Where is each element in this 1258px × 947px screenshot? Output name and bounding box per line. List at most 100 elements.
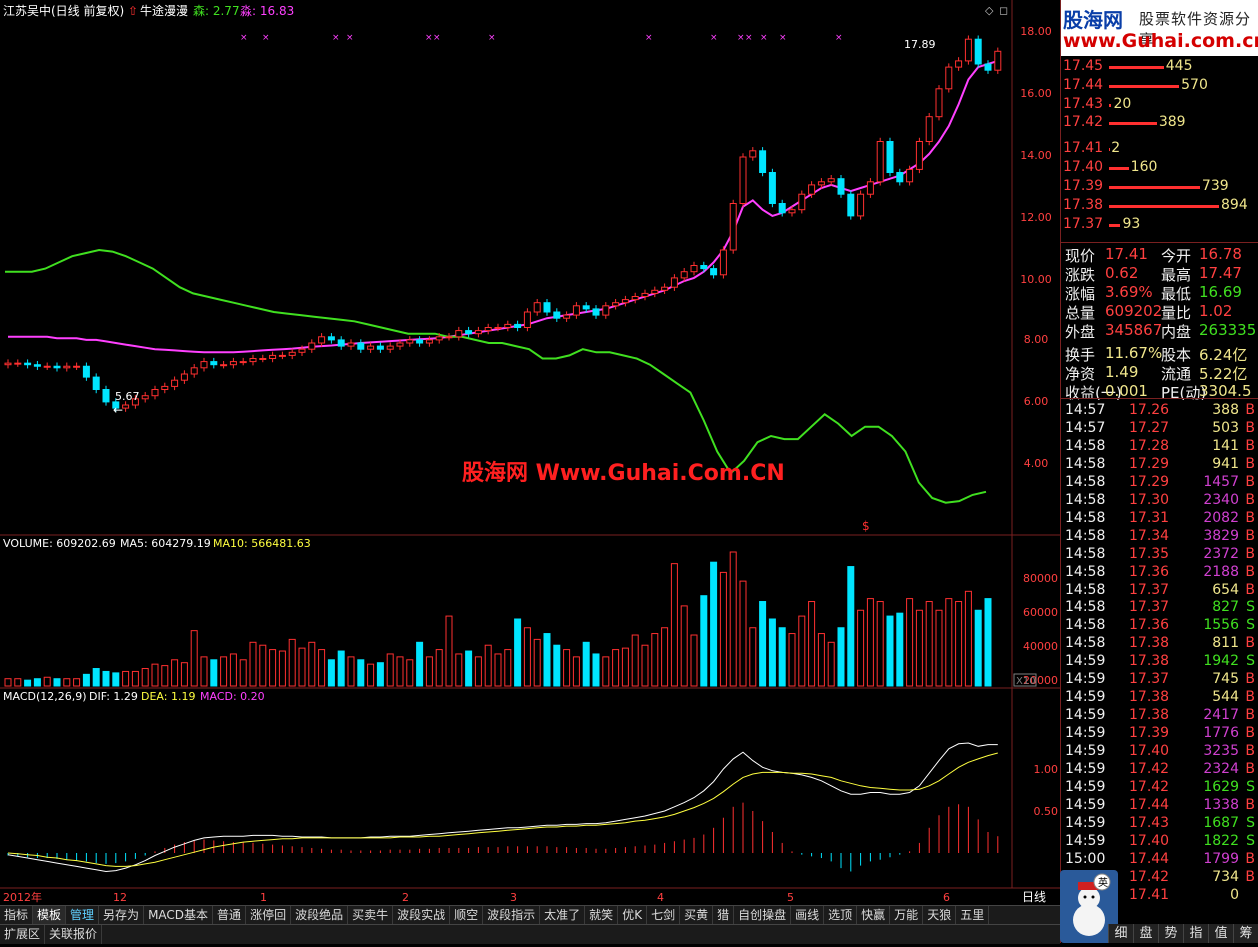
expand-icon[interactable]: ◇ bbox=[985, 4, 994, 17]
volume-bar bbox=[789, 634, 795, 686]
toolbar-button[interactable]: 关联报价 bbox=[45, 925, 102, 944]
order-book-row[interactable]: 17.44570 bbox=[1061, 77, 1258, 95]
tick-row[interactable]: 14:5917.37745B bbox=[1061, 671, 1258, 689]
tick-price: 17.27 bbox=[1129, 420, 1169, 436]
sidebar-tab[interactable]: 筹 bbox=[1233, 924, 1258, 943]
tick-row[interactable]: 14:5817.37654B bbox=[1061, 582, 1258, 600]
tick-row[interactable]: 14:5917.421629S bbox=[1061, 779, 1258, 797]
tick-row[interactable]: 14:5917.391776B bbox=[1061, 725, 1258, 743]
toolbar-button[interactable]: 天狼 bbox=[923, 906, 956, 925]
tick-row[interactable]: 14:5817.28141B bbox=[1061, 438, 1258, 456]
tick-row[interactable]: 14:5917.381942S bbox=[1061, 653, 1258, 671]
time-tick: 5 bbox=[787, 891, 794, 904]
toolbar-button[interactable]: 选顶 bbox=[824, 906, 857, 925]
order-book-row[interactable]: 17.412 bbox=[1061, 140, 1258, 158]
sidebar-tab[interactable]: 盘 bbox=[1133, 924, 1158, 943]
candle-body bbox=[123, 405, 129, 408]
tick-row[interactable]: 14:5817.343829B bbox=[1061, 528, 1258, 546]
volume-bar bbox=[907, 599, 913, 686]
volume-ma5-label: MA5: 604279.19 bbox=[120, 537, 211, 550]
volume-bar bbox=[858, 610, 864, 686]
tick-row[interactable]: 14:5917.422324B bbox=[1061, 761, 1258, 779]
volume-bar bbox=[44, 677, 50, 686]
order-book-row[interactable]: 17.42389 bbox=[1061, 114, 1258, 132]
quote-label: 总量 bbox=[1065, 302, 1095, 323]
chart-canvas[interactable]: 江苏吴中(日线 前复权) ⇧ 牛途漫漫 森: 2.77 淼: 16.83 ◇ ◻… bbox=[0, 0, 1060, 905]
sidebar-tab[interactable]: 指 bbox=[1183, 924, 1208, 943]
tick-side: S bbox=[1246, 653, 1255, 669]
tick-row[interactable]: 14:5817.302340B bbox=[1061, 492, 1258, 510]
toolbar-button[interactable]: 快赢 bbox=[857, 906, 890, 925]
tick-row[interactable]: 14:5817.38811B bbox=[1061, 635, 1258, 653]
order-volume-bar bbox=[1109, 66, 1164, 69]
sidebar-tab[interactable]: 细 bbox=[1108, 924, 1133, 943]
toolbar-button[interactable]: 波段实战 bbox=[393, 906, 450, 925]
candle-body bbox=[358, 343, 364, 349]
tick-row[interactable]: 15:0017.441799B bbox=[1061, 851, 1258, 869]
order-book-row[interactable]: 17.39739 bbox=[1061, 178, 1258, 196]
volume-bar bbox=[583, 642, 589, 686]
toolbar-button[interactable]: 买卖牛 bbox=[348, 906, 393, 925]
toolbar-button[interactable]: 模板 bbox=[33, 906, 66, 925]
tick-row[interactable]: 14:5817.37827S bbox=[1061, 599, 1258, 617]
order-book-row[interactable]: 17.3793 bbox=[1061, 216, 1258, 234]
volume-bar bbox=[936, 610, 942, 686]
tick-row[interactable]: 14:5817.352372B bbox=[1061, 546, 1258, 564]
order-book-row[interactable]: 17.4320 bbox=[1061, 96, 1258, 114]
toolbar-button[interactable]: 自创操盘 bbox=[734, 906, 791, 925]
tick-row[interactable]: 14:5717.27503B bbox=[1061, 420, 1258, 438]
toolbar-button[interactable]: 买黄 bbox=[680, 906, 713, 925]
options-icon[interactable]: ◻ bbox=[999, 4, 1008, 17]
sidebar-tab[interactable]: 值 bbox=[1208, 924, 1233, 943]
toolbar-button[interactable]: 五里 bbox=[956, 906, 989, 925]
tick-row[interactable]: 14:5817.29941B bbox=[1061, 456, 1258, 474]
tick-row[interactable]: 14:5817.312082B bbox=[1061, 510, 1258, 528]
quote-label: 最高 bbox=[1161, 264, 1191, 285]
quote-value: 17.41 bbox=[1105, 245, 1148, 263]
sidebar-tab[interactable]: 势 bbox=[1158, 924, 1183, 943]
toolbar-button[interactable]: 优K bbox=[618, 906, 647, 925]
toolbar-button[interactable]: 就笑 bbox=[585, 906, 618, 925]
tick-row[interactable]: 14:5917.441338B bbox=[1061, 797, 1258, 815]
macd-dif-line bbox=[8, 743, 998, 872]
candle-body bbox=[162, 386, 168, 389]
candle-body bbox=[74, 366, 80, 367]
toolbar-button[interactable]: 波段绝品 bbox=[291, 906, 348, 925]
toolbar-button[interactable]: 普通 bbox=[213, 906, 246, 925]
toolbar-button[interactable]: 顺空 bbox=[450, 906, 483, 925]
tick-time: 14:58 bbox=[1065, 510, 1105, 526]
toolbar-button[interactable]: 画线 bbox=[791, 906, 824, 925]
tick-row[interactable]: 14:5917.401822S bbox=[1061, 833, 1258, 851]
tick-row[interactable]: 14:5917.382417B bbox=[1061, 707, 1258, 725]
tick-row[interactable]: 14:5817.362188B bbox=[1061, 564, 1258, 582]
quote-label: 流通 bbox=[1161, 363, 1191, 384]
order-book-row[interactable]: 17.40160 bbox=[1061, 159, 1258, 177]
order-book-row[interactable]: 17.45445 bbox=[1061, 58, 1258, 76]
period-label[interactable]: 日线 bbox=[1022, 890, 1046, 904]
toolbar-button[interactable]: 七剑 bbox=[647, 906, 680, 925]
toolbar-button[interactable]: 管理 bbox=[66, 906, 99, 925]
toolbar-button[interactable]: 另存为 bbox=[99, 906, 144, 925]
candle-body bbox=[877, 142, 883, 182]
tick-row[interactable]: 14:5717.26388B bbox=[1061, 402, 1258, 420]
toolbar-button[interactable]: 指标 bbox=[0, 906, 33, 925]
toolbar-button[interactable]: 波段指示 bbox=[483, 906, 540, 925]
tick-row[interactable]: 14:5917.403235B bbox=[1061, 743, 1258, 761]
kline-chart-area[interactable]: 江苏吴中(日线 前复权) ⇧ 牛途漫漫 森: 2.77 淼: 16.83 ◇ ◻… bbox=[0, 0, 1060, 905]
tick-row[interactable]: 14:5817.361556S bbox=[1061, 617, 1258, 635]
toolbar-button[interactable]: 太准了 bbox=[540, 906, 585, 925]
toolbar-button[interactable]: 涨停回 bbox=[246, 906, 291, 925]
toolbar-button[interactable]: 扩展区 bbox=[0, 925, 45, 944]
tick-row[interactable]: 14:5817.291457B bbox=[1061, 474, 1258, 492]
tick-side: B bbox=[1245, 635, 1255, 651]
tick-side: S bbox=[1246, 779, 1255, 795]
toolbar-button[interactable]: 猎 bbox=[713, 906, 734, 925]
tick-row[interactable]: 14:5917.431687S bbox=[1061, 815, 1258, 833]
order-book-row[interactable]: 17.38894 bbox=[1061, 197, 1258, 215]
toolbar-button[interactable]: MACD基本 bbox=[144, 906, 213, 925]
toolbar-button[interactable]: 万能 bbox=[890, 906, 923, 925]
tick-volume: 0 bbox=[1230, 887, 1239, 903]
tick-row[interactable]: 14:5917.38544B bbox=[1061, 689, 1258, 707]
quote-value: 609202 bbox=[1105, 302, 1162, 320]
quote-label: 量比 bbox=[1161, 302, 1191, 323]
